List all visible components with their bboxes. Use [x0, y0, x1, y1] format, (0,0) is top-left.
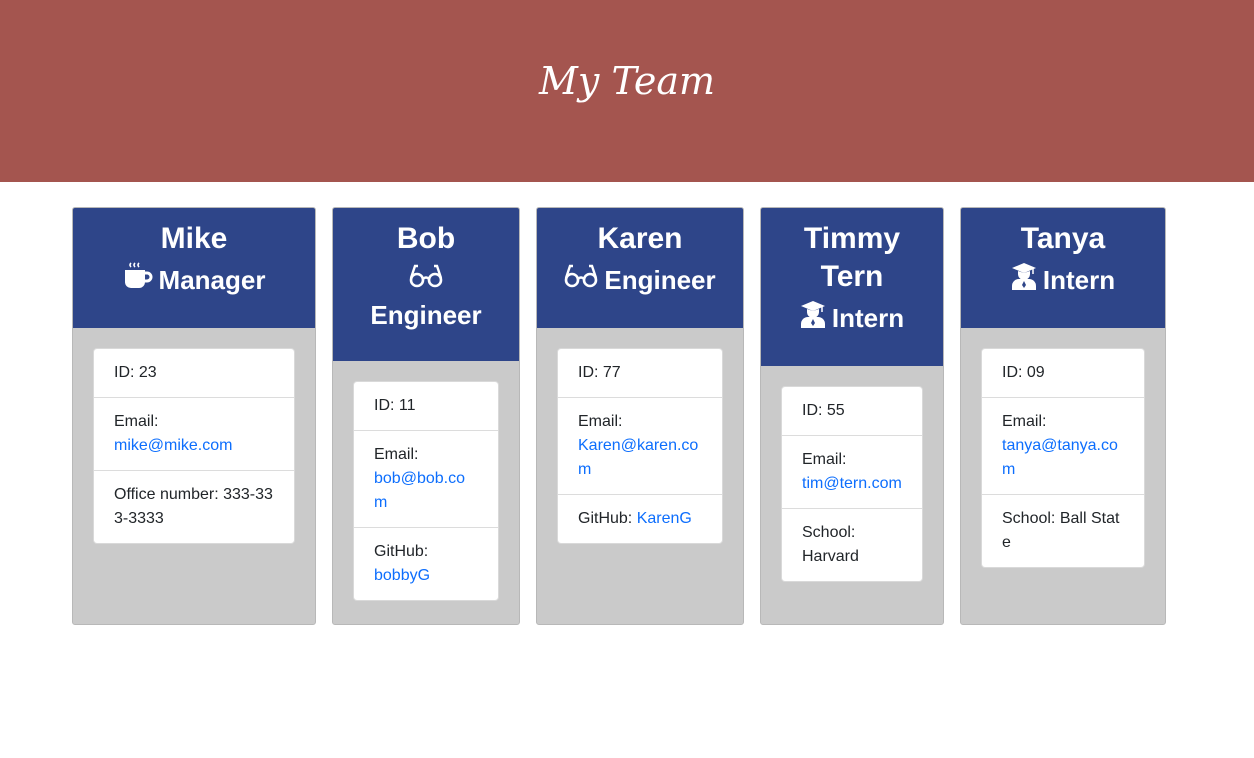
employee-id: ID: 77: [578, 364, 621, 381]
github-link[interactable]: KarenG: [637, 510, 692, 527]
glasses-icon: [409, 263, 443, 297]
employee-details: ID: 09 Email: tanya@tanya.com School: Bal…: [981, 348, 1145, 568]
coffee-mug-icon: [123, 262, 153, 298]
employee-card-bob: Bob Engineer ID: 11 Email: bob@bob.com Gi…: [332, 207, 520, 625]
employee-details: ID: 11 Email: bob@bob.com GitHub: bobbyG: [353, 381, 499, 601]
employee-email: Email: bob@bob.com: [354, 430, 498, 527]
page-title: My Team: [538, 59, 716, 103]
employee-name: Tanya: [1020, 222, 1106, 255]
employee-role: Engineer: [545, 264, 735, 299]
employee-name: Timmy Tern: [803, 222, 901, 293]
employee-name: Karen: [597, 222, 683, 255]
email-link[interactable]: Karen@karen.com: [578, 437, 698, 478]
employee-details: ID: 77 Email: Karen@karen.com GitHub: Kar…: [557, 348, 723, 544]
email-link[interactable]: tanya@tanya.com: [1002, 437, 1118, 478]
employee-email: Email: tanya@tanya.com: [982, 397, 1144, 494]
email-link[interactable]: tim@tern.com: [802, 475, 902, 492]
employee-school: School: Ball State: [982, 494, 1144, 567]
employee-email: Email: mike@mike.com: [94, 397, 294, 470]
card-header: Mike Manager: [73, 208, 315, 328]
card-header: Tanya Intern: [961, 208, 1165, 328]
card-header: Bob Engineer: [333, 208, 519, 361]
email-link[interactable]: mike@mike.com: [114, 437, 232, 454]
card-header: Timmy Tern Intern: [761, 208, 943, 366]
employee-id: ID: 09: [1002, 364, 1045, 381]
employee-email: Email: tim@tern.com: [782, 435, 922, 508]
employee-github: GitHub: bobbyG: [354, 527, 498, 600]
graduate-icon: [1011, 262, 1037, 298]
page-header: My Team: [0, 0, 1254, 182]
card-header: Karen Engineer: [537, 208, 743, 328]
employee-github: GitHub: KarenG: [558, 494, 722, 543]
employee-role: Engineer: [341, 264, 511, 332]
employee-details: ID: 55 Email: tim@tern.com School: Harvard: [781, 386, 923, 582]
email-link[interactable]: bob@bob.com: [374, 470, 465, 511]
employee-id: ID: 23: [114, 364, 157, 381]
employee-card-timmy-tern: Timmy Tern Intern ID: 55 Email: tim@tern.…: [760, 207, 944, 625]
employee-card-mike: Mike Manager ID: 23 Email: mike@mike.com …: [72, 207, 316, 625]
employee-school: School: Harvard: [782, 508, 922, 581]
employee-details: ID: 23 Email: mike@mike.com Office number…: [93, 348, 295, 544]
team-cards: Mike Manager ID: 23 Email: mike@mike.com …: [0, 207, 1254, 627]
employee-role: Intern: [769, 300, 935, 338]
employee-email: Email: Karen@karen.com: [558, 397, 722, 494]
employee-role: Manager: [81, 262, 307, 300]
employee-name: Mike: [160, 222, 228, 255]
github-link[interactable]: bobbyG: [374, 567, 430, 584]
employee-card-tanya: Tanya Intern ID: 09 Email: tanya@tanya.co…: [960, 207, 1166, 625]
employee-office-number: Office number: 333-333-3333: [94, 470, 294, 543]
employee-role: Intern: [969, 262, 1157, 300]
employee-id: ID: 55: [802, 402, 845, 419]
graduate-icon: [800, 300, 826, 336]
employee-card-karen: Karen Engineer ID: 77 Email: Karen@karen.…: [536, 207, 744, 625]
employee-name: Bob: [396, 222, 456, 255]
employee-id: ID: 11: [374, 397, 416, 414]
glasses-icon: [564, 263, 598, 297]
